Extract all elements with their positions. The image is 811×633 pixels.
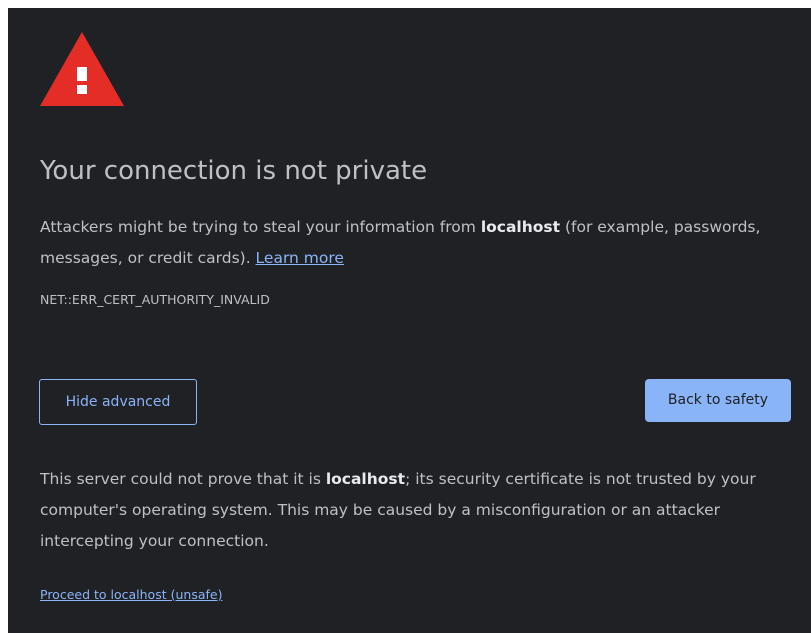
hide-advanced-button[interactable]: Hide advanced xyxy=(39,379,197,425)
details-host: localhost xyxy=(325,470,406,488)
warning-triangle-icon xyxy=(40,32,124,106)
back-to-safety-button[interactable]: Back to safety xyxy=(645,379,791,422)
details-message: This server could not prove that it is l… xyxy=(40,464,800,557)
proceed-paragraph: Proceed to localhost (unsafe) xyxy=(40,586,222,604)
main-message: Attackers might be trying to steal your … xyxy=(40,212,790,274)
proceed-unsafe-link[interactable]: Proceed to localhost (unsafe) xyxy=(40,587,222,602)
main-message-text-start: Attackers might be trying to steal your … xyxy=(40,218,481,236)
details-text-start: This server could not prove that it is xyxy=(40,470,326,488)
page-title: Your connection is not private xyxy=(40,156,428,186)
error-code: NET::ERR_CERT_AUTHORITY_INVALID xyxy=(40,292,270,307)
learn-more-link[interactable]: Learn more xyxy=(256,249,344,267)
main-message-host: localhost xyxy=(480,218,561,236)
interstitial-page: Your connection is not private Attackers… xyxy=(8,8,811,633)
